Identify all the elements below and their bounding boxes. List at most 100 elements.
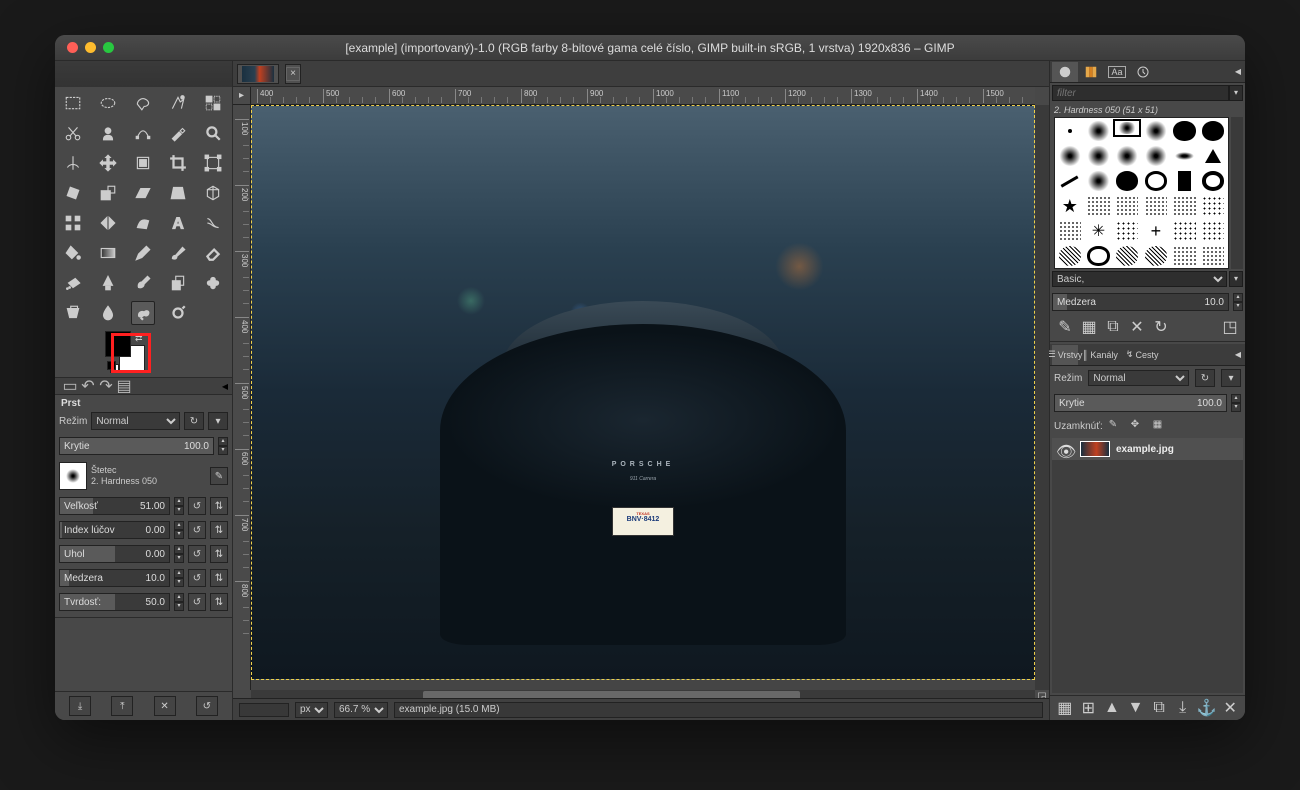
layer-mode-reset[interactable]: ↻: [1195, 369, 1215, 387]
ellipse-select-tool[interactable]: [96, 91, 120, 115]
brush-cell[interactable]: [1113, 244, 1141, 268]
new-layer-icon[interactable]: ▦: [1056, 700, 1074, 716]
horizontal-ruler[interactable]: 4005006007008009001000110012001300140015…: [251, 87, 1035, 105]
slider-link[interactable]: ⇅: [210, 593, 228, 611]
window-close-button[interactable]: [67, 42, 78, 53]
vertical-scrollbar[interactable]: [1035, 105, 1049, 690]
slider-reset[interactable]: ↺: [188, 545, 206, 563]
brush-cell[interactable]: [1056, 219, 1084, 243]
opacity-up[interactable]: ▴: [218, 437, 228, 446]
slider-reset[interactable]: ↺: [188, 521, 206, 539]
default-colors-icon[interactable]: [107, 361, 117, 371]
duplicate-layer-icon[interactable]: ⧉: [1150, 700, 1168, 716]
perspective-clone-tool[interactable]: [61, 301, 85, 325]
brush-cell[interactable]: [1171, 194, 1199, 218]
opacity-slider[interactable]: Krytie 100.0: [59, 437, 214, 455]
tool-options-tab-icon[interactable]: ▭: [63, 379, 77, 393]
layer-mode-menu[interactable]: ▾: [1221, 369, 1241, 387]
blur-sharpen-tool[interactable]: [96, 301, 120, 325]
brush-cell[interactable]: [1056, 119, 1084, 143]
mypaint-brush-tool[interactable]: [131, 271, 155, 295]
save-preset-button[interactable]: ⤓: [69, 696, 91, 716]
image-tab[interactable]: [237, 64, 279, 84]
lock-alpha-icon[interactable]: ▦: [1153, 419, 1169, 433]
perspective-tool[interactable]: [166, 181, 190, 205]
gradient-tool[interactable]: [96, 241, 120, 265]
shear-tool[interactable]: [131, 181, 155, 205]
brushes-dock-menu[interactable]: ◀: [1235, 67, 1241, 76]
brush-cell[interactable]: [1199, 219, 1227, 243]
rect-select-tool[interactable]: [61, 91, 85, 115]
paths-tool[interactable]: [131, 121, 155, 145]
cage-tool[interactable]: [131, 211, 155, 235]
opacity-down[interactable]: ▾: [218, 446, 228, 455]
brush-cell[interactable]: ★: [1056, 194, 1084, 218]
new-layer-group-icon[interactable]: ⊞: [1080, 700, 1098, 716]
brush-filter-tags[interactable]: ▾: [1229, 85, 1243, 101]
brush-cell[interactable]: [1056, 169, 1084, 193]
channels-tab[interactable]: ║Kanály: [1078, 345, 1122, 365]
fg-color-swatch[interactable]: [105, 331, 131, 357]
brush-cell[interactable]: [1171, 119, 1199, 143]
brush-cell[interactable]: [1085, 169, 1113, 193]
brush-cell[interactable]: [1113, 219, 1141, 243]
brush-cell[interactable]: [1142, 119, 1170, 143]
brush-cell[interactable]: [1199, 194, 1227, 218]
color-swatches[interactable]: ⇄: [105, 331, 232, 375]
eraser-tool[interactable]: [201, 241, 225, 265]
layer-name[interactable]: example.jpg: [1116, 444, 1174, 455]
restore-preset-button[interactable]: ⤒: [111, 696, 133, 716]
free-select-tool[interactable]: [131, 91, 155, 115]
merge-down-icon[interactable]: ⤓: [1174, 700, 1192, 716]
pencil-tool[interactable]: [131, 241, 155, 265]
brush-cell[interactable]: [1113, 169, 1141, 193]
zoom-select[interactable]: 66.7 %: [334, 702, 388, 718]
brush-grid[interactable]: ★✳+: [1054, 117, 1229, 269]
paintbrush-tool[interactable]: [166, 241, 190, 265]
brush-cell[interactable]: [1199, 244, 1227, 268]
3d-transform-tool[interactable]: [201, 181, 225, 205]
lock-position-icon[interactable]: ✥: [1131, 419, 1147, 433]
slider-Tvrdosť:[interactable]: Tvrdosť:50.0: [59, 593, 170, 611]
brush-cell[interactable]: [1056, 144, 1084, 168]
unit-select[interactable]: px: [295, 702, 328, 718]
move-tool[interactable]: [96, 151, 120, 175]
swap-colors-icon[interactable]: ⇄: [135, 333, 143, 344]
airbrush-tool[interactable]: [61, 271, 85, 295]
brush-refresh-icon[interactable]: ↻: [1152, 319, 1170, 335]
brush-grid-scrollbar[interactable]: [1231, 117, 1243, 269]
slider-Medzera[interactable]: Medzera10.0: [59, 569, 170, 587]
mode-menu-button[interactable]: ▾: [208, 412, 228, 430]
slider-link[interactable]: ⇅: [210, 545, 228, 563]
slider-link[interactable]: ⇅: [210, 497, 228, 515]
brush-preset-select[interactable]: Basic,: [1052, 271, 1227, 287]
rotate-tool[interactable]: [61, 181, 85, 205]
brush-cell[interactable]: [1171, 169, 1199, 193]
window-maximize-button[interactable]: [103, 42, 114, 53]
brush-delete-icon[interactable]: ✕: [1128, 319, 1146, 335]
by-color-select-tool[interactable]: [201, 91, 225, 115]
brush-cell[interactable]: +: [1142, 219, 1170, 243]
undo-history-icon[interactable]: ↶: [81, 379, 95, 393]
ink-tool[interactable]: [96, 271, 120, 295]
slider-reset[interactable]: ↺: [188, 593, 206, 611]
layer-up-icon[interactable]: ▲: [1103, 700, 1121, 716]
color-picker-tool[interactable]: [166, 121, 190, 145]
paths-tab[interactable]: ↯Cesty: [1122, 345, 1163, 365]
canvas[interactable]: PORSCHE 911 Carrera TEXAS BNV·8412: [251, 105, 1035, 690]
brush-cell[interactable]: [1171, 144, 1199, 168]
layer-visibility-icon[interactable]: 👁: [1056, 442, 1074, 456]
brush-cell[interactable]: [1085, 119, 1113, 143]
layer-item[interactable]: 👁 example.jpg: [1052, 438, 1243, 460]
handle-transform-tool[interactable]: [61, 211, 85, 235]
brushes-tab[interactable]: [1052, 62, 1078, 82]
document-history-tab[interactable]: [1130, 62, 1156, 82]
mode-select[interactable]: Normal: [91, 412, 180, 430]
heal-tool[interactable]: [201, 271, 225, 295]
ruler-origin[interactable]: ▸: [233, 87, 251, 105]
layer-opacity-slider[interactable]: Krytie 100.0: [1054, 394, 1227, 412]
mode-reset-button[interactable]: ↻: [184, 412, 204, 430]
slider-Veľkosť[interactable]: Veľkosť51.00: [59, 497, 170, 515]
smudge-tool[interactable]: [131, 301, 155, 325]
brush-new-icon[interactable]: ▦: [1080, 319, 1098, 335]
